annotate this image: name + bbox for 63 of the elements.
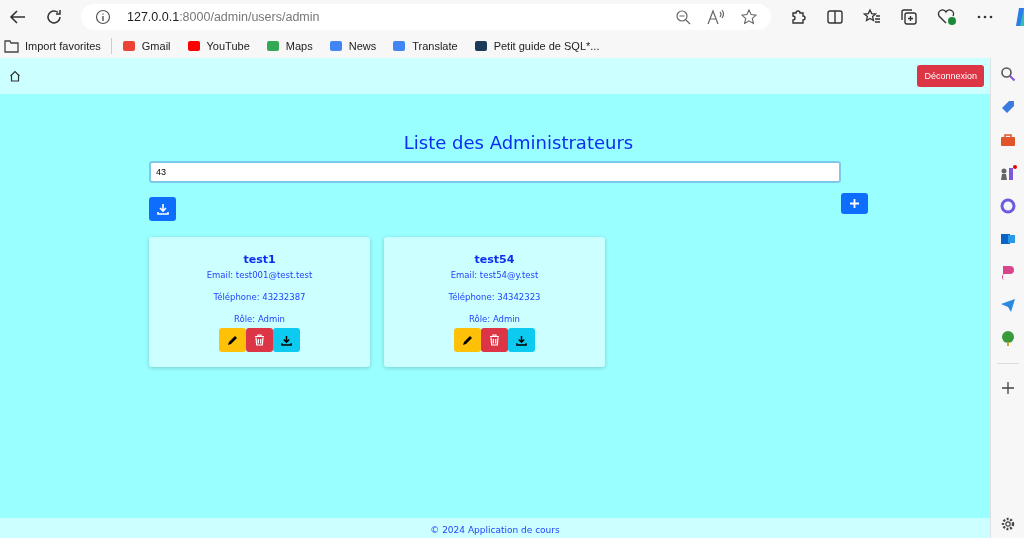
star-icon[interactable] (741, 8, 757, 25)
pencil-icon (462, 334, 473, 346)
back-icon[interactable] (9, 7, 27, 26)
paper-plane-icon[interactable] (999, 297, 1016, 313)
delete-button[interactable] (481, 328, 508, 352)
url-text: 127.0.0.1:8000/admin/users/admin (127, 9, 320, 24)
collections-icon[interactable] (900, 7, 918, 26)
trash-icon (254, 334, 265, 346)
edit-button[interactable] (454, 328, 481, 352)
download-button[interactable] (273, 328, 300, 352)
read-aloud-icon[interactable] (707, 8, 725, 25)
download-icon (156, 203, 169, 215)
add-button[interactable] (841, 193, 868, 214)
bookmark-link[interactable]: Gmail (121, 38, 171, 53)
address-bar[interactable]: 127.0.0.1:8000/admin/users/admin (81, 3, 771, 30)
logout-button[interactable]: Déconnexion (917, 65, 984, 87)
bookmark-link[interactable]: YouTube (186, 38, 250, 53)
page-title: Liste des Administrateurs (402, 132, 635, 153)
download-icon (281, 334, 292, 346)
search-icon[interactable] (999, 66, 1016, 82)
folder-icon (4, 38, 19, 53)
admin-phone: Téléphone: 43232387 (213, 292, 306, 304)
home-icon[interactable] (9, 70, 21, 82)
split-screen-icon[interactable] (826, 7, 844, 26)
bookmark-link[interactable]: Import favorites (4, 38, 101, 53)
footer-text: © 2024 Application de cours (0, 518, 990, 538)
add-icon[interactable] (1000, 381, 1015, 395)
edit-button[interactable] (219, 328, 246, 352)
zoom-out-icon[interactable] (675, 8, 691, 25)
circle-logo-icon[interactable] (999, 198, 1016, 214)
health-icon[interactable] (937, 7, 957, 26)
admin-phone: Téléphone: 34342323 (448, 292, 541, 304)
download-button[interactable] (508, 328, 535, 352)
site-icon (392, 38, 407, 53)
toolbox-icon[interactable] (999, 132, 1016, 148)
admin-email: Email: test001@test.test (206, 270, 313, 282)
site-icon (186, 38, 201, 53)
site-icon (328, 38, 343, 53)
reload-icon[interactable] (45, 7, 63, 26)
admin-name: test54 (474, 253, 515, 266)
bookmark-link[interactable]: Translate (392, 38, 458, 53)
info-icon[interactable] (95, 8, 111, 25)
site-icon (265, 38, 280, 53)
extensions-icon[interactable] (789, 7, 807, 26)
settings-icon[interactable] (999, 516, 1016, 532)
delete-button[interactable] (246, 328, 273, 352)
site-icon (121, 38, 136, 53)
search-field[interactable]: 43 (149, 161, 841, 183)
admin-role: Rôle: Admin (469, 314, 520, 326)
download-icon (516, 334, 527, 346)
admin-name: test1 (243, 253, 276, 266)
chess-icon[interactable] (998, 165, 1017, 181)
admin-email: Email: test54@y.test (450, 270, 539, 282)
tree-icon[interactable] (999, 330, 1016, 346)
bookmark-link[interactable]: Maps (265, 38, 313, 53)
plus-icon (849, 198, 860, 209)
favorites-icon[interactable] (863, 7, 881, 26)
site-icon (473, 38, 488, 53)
pencil-icon (227, 334, 238, 346)
admin-role: Rôle: Admin (234, 314, 285, 326)
bookmark-link[interactable]: News (328, 38, 377, 53)
bookmark-link[interactable]: Petit guide de SQL*... (473, 38, 600, 53)
trash-icon (489, 334, 500, 346)
